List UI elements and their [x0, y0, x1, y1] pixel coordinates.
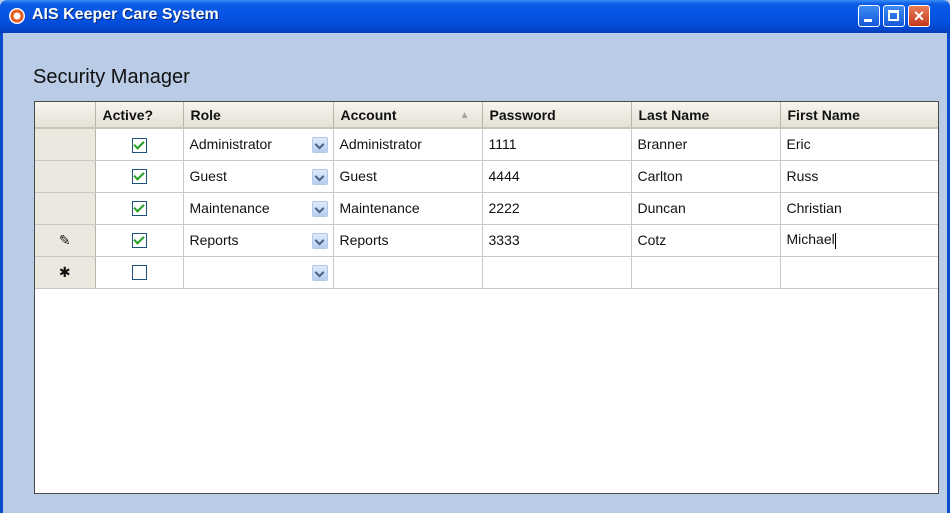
column-header-account[interactable]: Account ▲ — [333, 102, 483, 129]
last-name-cell[interactable]: Duncan — [631, 192, 781, 225]
column-header-role[interactable]: Role — [183, 102, 334, 129]
first-name-cell[interactable] — [780, 256, 938, 289]
role-value: Reports — [189, 232, 239, 248]
account-cell[interactable]: Reports — [333, 224, 483, 257]
role-value: Maintenance — [189, 200, 270, 216]
active-checkbox[interactable] — [131, 201, 147, 217]
table-row[interactable]: Administrator Administrator 1111 Branner Eri… — [35, 128, 938, 161]
chevron-down-icon[interactable] — [311, 232, 328, 249]
active-cell[interactable] — [95, 224, 184, 257]
row-header-corner — [35, 102, 96, 129]
active-checkbox[interactable] — [131, 265, 147, 281]
role-cell[interactable]: Maintenance — [183, 192, 334, 225]
active-cell[interactable] — [95, 256, 184, 289]
last-name-cell[interactable]: Branner — [631, 128, 781, 161]
table-row[interactable]: ✎ Reports Reports 3333 Cotz Michael — [35, 224, 938, 257]
app-logo-icon — [9, 8, 25, 24]
active-checkbox[interactable] — [131, 169, 147, 185]
column-header-last-name[interactable]: Last Name — [631, 102, 781, 129]
table-row[interactable]: Maintenance Maintenance 2222 Duncan Christia… — [35, 192, 938, 225]
account-cell[interactable]: Guest — [333, 160, 483, 193]
active-checkbox[interactable] — [131, 137, 147, 153]
asterisk-icon[interactable]: ✱ — [35, 256, 96, 289]
active-checkbox[interactable] — [131, 233, 147, 249]
account-cell[interactable]: Maintenance — [333, 192, 483, 225]
first-name-value: Christian — [786, 200, 842, 216]
row-selector[interactable] — [35, 160, 96, 193]
first-name-value: Russ — [786, 168, 819, 184]
first-name-value: Michael — [786, 231, 835, 248]
first-name-cell[interactable]: Russ — [780, 160, 938, 193]
first-name-value: Eric — [786, 136, 811, 153]
active-cell[interactable] — [95, 160, 184, 193]
active-cell[interactable] — [95, 128, 184, 161]
column-header-first-name[interactable]: First Name — [780, 102, 938, 129]
column-header-account-label: Account — [340, 106, 397, 123]
row-selector[interactable] — [35, 192, 96, 225]
pencil-icon[interactable]: ✎ — [35, 224, 96, 257]
role-cell[interactable]: Administrator — [183, 128, 334, 161]
account-cell[interactable] — [333, 256, 483, 289]
first-name-cell[interactable]: Christian — [780, 192, 938, 225]
active-cell[interactable] — [95, 192, 184, 225]
minimize-icon — [864, 19, 872, 22]
title-bar: AIS Keeper Care System × — [0, 0, 950, 33]
role-cell[interactable] — [183, 256, 334, 289]
row-selector[interactable] — [35, 128, 96, 161]
role-cell[interactable]: Guest — [183, 160, 334, 193]
password-cell[interactable]: 1111 — [482, 128, 632, 161]
role-value: Guest — [189, 168, 227, 184]
close-icon: × — [913, 6, 925, 26]
password-cell[interactable]: 3333 — [482, 224, 632, 257]
table-row[interactable]: ✱ — [35, 256, 938, 289]
last-name-cell[interactable]: Carlton — [631, 160, 781, 193]
first-name-cell[interactable]: Michael — [780, 224, 938, 257]
window-title: AIS Keeper Care System — [32, 6, 219, 23]
text-cursor — [834, 232, 836, 249]
maximize-icon — [888, 10, 899, 21]
account-cell[interactable]: Administrator — [333, 128, 483, 161]
first-name-cell[interactable]: Eric — [780, 128, 938, 161]
grid-header-row: Active? Role Account ▲ Password Last Nam… — [35, 102, 938, 129]
role-value: Administrator — [189, 136, 272, 153]
chevron-down-icon[interactable] — [311, 137, 328, 153]
chevron-down-icon[interactable] — [311, 200, 328, 217]
password-cell[interactable]: 4444 — [482, 160, 632, 193]
password-cell[interactable] — [482, 256, 632, 289]
column-header-active[interactable]: Active? — [95, 102, 184, 129]
column-header-password[interactable]: Password — [482, 102, 632, 129]
minimize-button[interactable] — [858, 5, 880, 27]
last-name-cell[interactable] — [631, 256, 781, 289]
maximize-button[interactable] — [883, 5, 905, 27]
users-grid: Active? Role Account ▲ Password Last Nam… — [34, 101, 939, 494]
chevron-down-icon[interactable] — [311, 264, 328, 281]
role-cell[interactable]: Reports — [183, 224, 334, 257]
close-button[interactable]: × — [908, 5, 930, 27]
last-name-cell[interactable]: Cotz — [631, 224, 781, 257]
page-title: Security Manager — [33, 66, 190, 88]
chevron-down-icon[interactable] — [311, 168, 328, 185]
sort-ascending-icon: ▲ — [459, 110, 470, 121]
table-row[interactable]: Guest Guest 4444 Carlton Russ — [35, 160, 938, 193]
password-cell[interactable]: 2222 — [482, 192, 632, 225]
